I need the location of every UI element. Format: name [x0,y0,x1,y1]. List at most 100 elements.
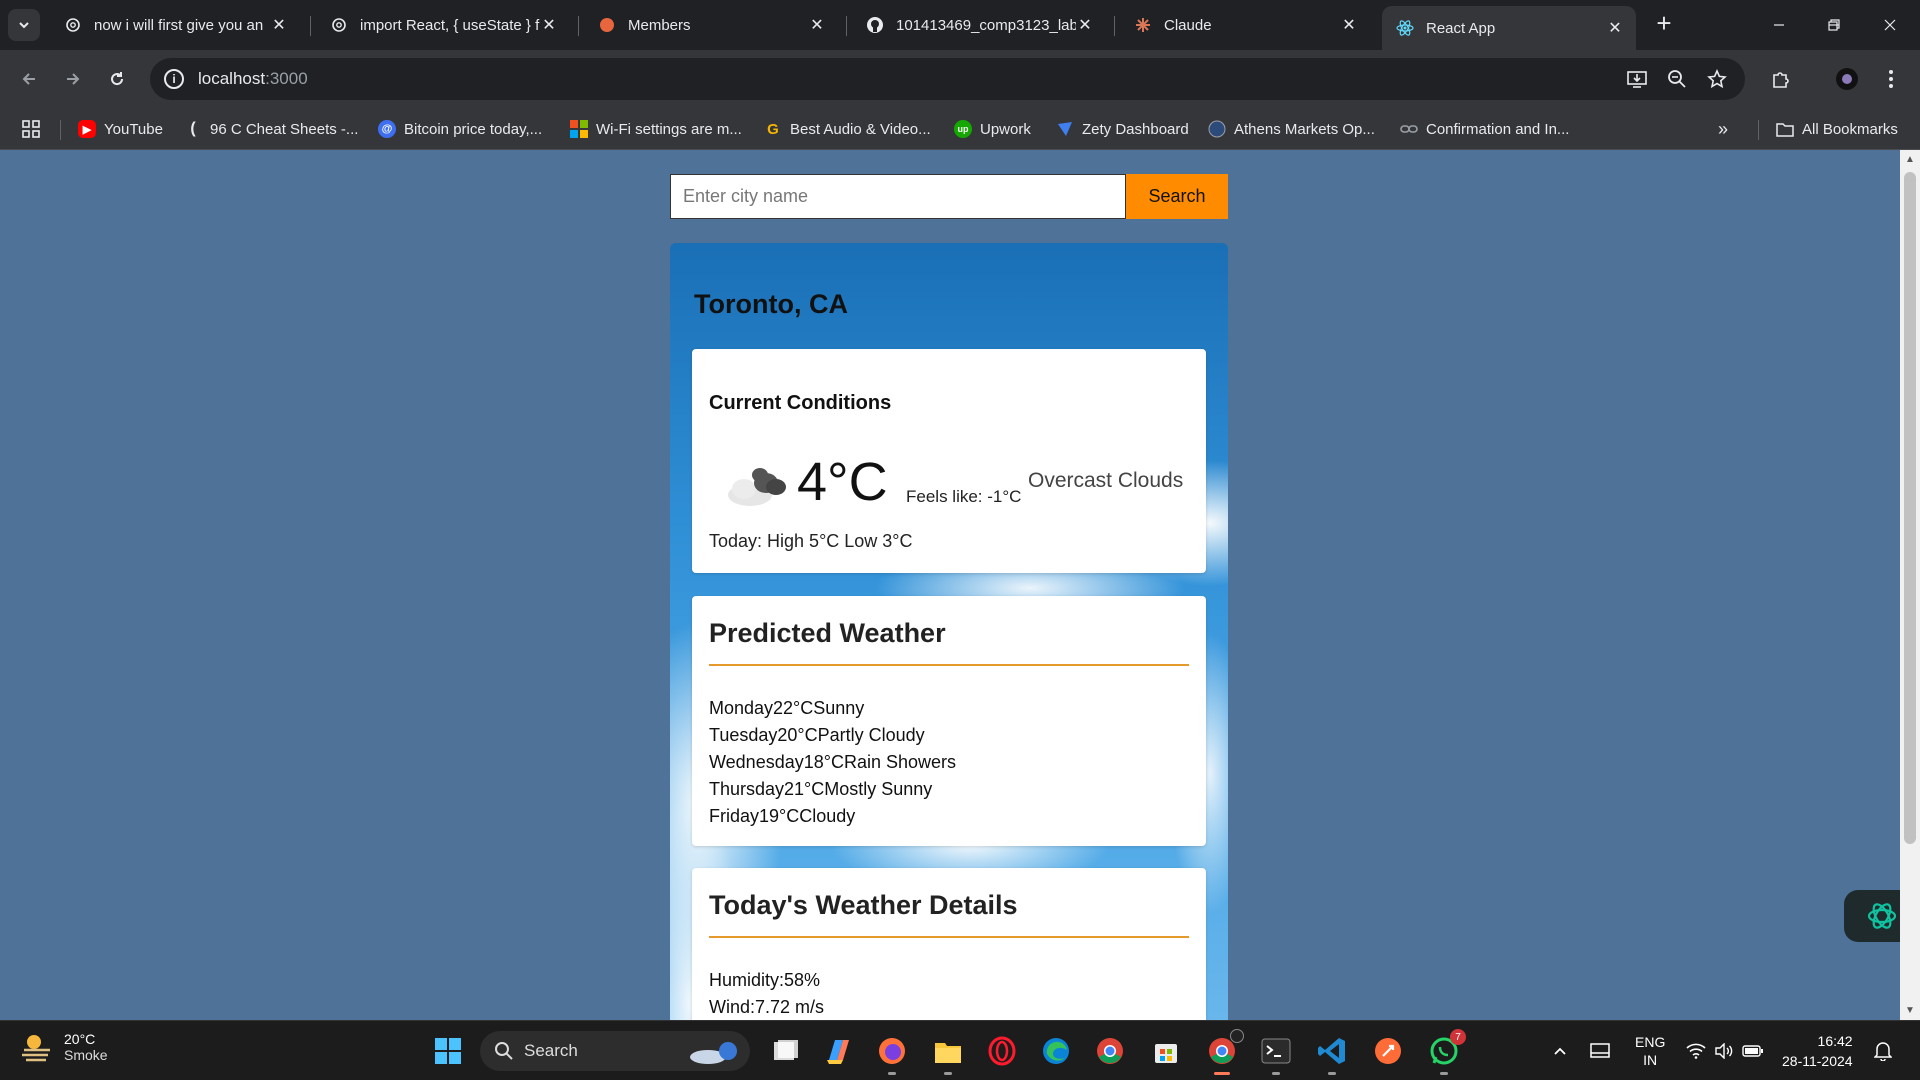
reload-button[interactable] [102,64,132,94]
start-button[interactable] [430,1033,466,1069]
terminal-button[interactable] [1258,1033,1294,1075]
current-temperature: 4°C [797,452,888,512]
task-view-button[interactable] [768,1033,804,1069]
bookmark-youtube[interactable]: ▶ YouTube [78,118,163,140]
humidity: Humidity:58% [709,970,821,990]
search-button[interactable]: Search [1126,174,1228,219]
tab-title: Members [628,16,691,34]
members-icon [598,16,616,34]
network-volume-battery[interactable] [1686,1021,1764,1080]
city-search-input[interactable] [670,174,1126,219]
minimize-button[interactable] [1751,0,1807,50]
windows-start-icon [435,1038,461,1064]
tab-title: 101413469_comp3123_lab [896,16,1076,34]
current-conditions-card: Current Conditions 4°C Feels like: -1°C … [692,349,1206,573]
close-icon[interactable]: ✕ [1076,15,1094,35]
at-icon: @ [378,120,396,138]
profile-avatar[interactable] [1832,64,1862,94]
bookmark-star-button[interactable] [1702,64,1732,94]
tab-github[interactable]: 101413469_comp3123_lab ✕ [852,6,1106,44]
edge-button[interactable] [1038,1033,1074,1069]
bookmark-cheat-sheets[interactable]: ( 96 C Cheat Sheets -... [184,118,358,140]
tab-chatgpt-1[interactable]: now i will first give you an ✕ [50,6,300,44]
bookmark-label: Athens Markets Op... [1234,120,1375,138]
address-bar[interactable]: i localhost:3000 [150,58,1745,100]
haze-icon [22,1035,50,1062]
taskbar-search-label: Search [524,1041,578,1060]
url-port: :3000 [265,69,308,88]
taskbar-weather-widget[interactable]: 20°C Smoke [20,1031,108,1063]
folder-icon [935,1043,961,1063]
vscode-button[interactable] [1314,1033,1350,1075]
volume-icon [1715,1043,1733,1059]
close-icon[interactable]: ✕ [270,15,288,35]
bookmark-upwork[interactable]: up Upwork [954,118,1031,140]
copilot-button[interactable] [820,1033,856,1069]
close-icon[interactable]: ✕ [1606,18,1624,38]
clock[interactable]: 16:42 28-11-2024 [1782,1021,1853,1080]
cloud-icon [728,468,786,506]
notifications-button[interactable] [1874,1021,1892,1080]
install-app-button[interactable] [1622,64,1652,94]
back-button[interactable] [14,64,44,94]
extensions-button[interactable] [1766,64,1796,94]
close-icon[interactable]: ✕ [540,15,558,35]
tab-separator [846,16,847,36]
tab-react-app[interactable]: React App ✕ [1382,6,1636,50]
menu-button[interactable] [1876,64,1906,94]
close-icon[interactable]: ✕ [1340,15,1358,35]
restore-button[interactable] [1806,0,1862,50]
tray-overflow-button[interactable] [1552,1021,1568,1080]
whatsapp-button[interactable]: 7 [1426,1029,1466,1075]
zoom-button[interactable] [1662,64,1692,94]
file-explorer-button[interactable] [930,1033,966,1075]
search-icon [495,1042,513,1060]
bookmark-wifi[interactable]: Wi-Fi settings are m... [570,118,742,140]
scroll-up-icon[interactable]: ▲ [1905,154,1915,165]
display-button[interactable] [1590,1021,1610,1080]
bookmark-audio-video[interactable]: G Best Audio & Video... [764,118,931,140]
chrome-button[interactable] [1092,1033,1128,1069]
tab-search-button[interactable] [8,9,40,41]
close-icon[interactable]: ✕ [808,15,826,35]
tab-separator [1114,16,1115,36]
g-icon: G [767,120,779,138]
store-button[interactable] [1148,1033,1184,1069]
new-tab-button[interactable]: + [1650,10,1678,38]
bookmark-confirmation[interactable]: Confirmation and In... [1400,118,1569,140]
store-icon [1155,1044,1177,1063]
running-indicator [888,1072,896,1075]
running-indicator [944,1072,952,1075]
postman-button[interactable] [1370,1033,1406,1069]
bookmark-zety[interactable]: Zety Dashboard [1056,118,1189,140]
scroll-down-icon[interactable]: ▼ [1905,1005,1915,1016]
scrollbar-thumb[interactable] [1904,172,1916,844]
firefox-button[interactable] [874,1033,910,1075]
tab-members[interactable]: Members ✕ [584,6,838,44]
page-scrollbar[interactable]: ▲ ▼ [1900,150,1920,1020]
bookmarks-bar: ▶ YouTube ( 96 C Cheat Sheets -... @ Bit… [0,108,1920,150]
language-indicator[interactable]: ENG IN [1635,1021,1665,1080]
bookmark-athens[interactable]: Athens Markets Op... [1208,118,1375,140]
tab-claude[interactable]: Claude ✕ [1120,6,1370,44]
feels-like: Feels like: -1°C [906,487,1022,506]
chrome-profile-button[interactable] [1204,1029,1244,1075]
bookmark-bitcoin[interactable]: @ Bitcoin price today,... [378,118,542,140]
tab-title: now i will first give you an [94,16,264,34]
all-bookmarks-button[interactable]: All Bookmarks [1776,118,1898,140]
apps-button[interactable] [22,118,40,140]
forecast-item: Thursday21°CMostly Sunny [709,779,933,799]
close-window-button[interactable] [1862,0,1918,50]
tab-chatgpt-2[interactable]: import React, { useState } fr ✕ [316,6,570,44]
forecast-item: Friday19°CCloudy [709,806,856,826]
upwork-icon: up [954,120,972,138]
info-icon[interactable]: i [164,69,184,89]
clock-time: 16:42 [1817,1033,1853,1049]
taskbar-search[interactable]: Search [480,1031,750,1071]
chevron-down-icon [19,22,29,29]
profile-badge [1230,1029,1244,1043]
forward-button[interactable] [58,64,88,94]
more-bookmarks-button[interactable]: » [1718,118,1728,140]
weather-details-title: Today's Weather Details [709,890,1018,920]
opera-button[interactable] [984,1033,1020,1069]
